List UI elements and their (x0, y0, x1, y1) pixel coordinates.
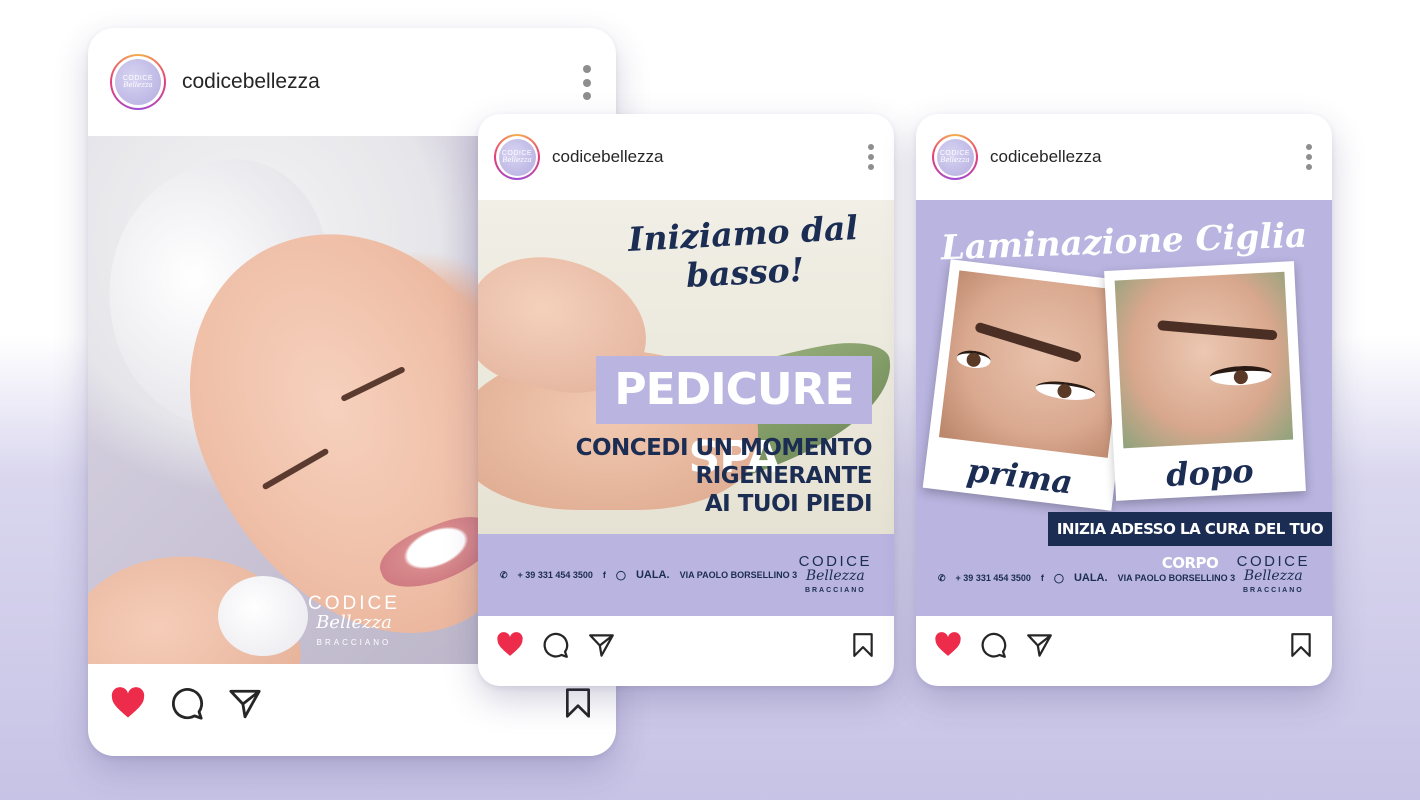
service-subtitle: CONCEDI UN MOMENTO RIGENERANTE AI TUOI P… (575, 434, 873, 518)
logo-line2: Bellezza (316, 612, 392, 633)
subtitle-line: RIGENERANTE (695, 463, 873, 489)
avatar-logo-line2: Bellezza (502, 156, 532, 164)
contact-info: ✆ + 39 331 454 3500 f ◯ UALA. VIA PAOLO … (500, 569, 797, 581)
username[interactable]: codicebellezza (182, 70, 320, 94)
send-icon[interactable] (228, 687, 262, 721)
phone-number: + 39 331 454 3500 (517, 570, 593, 580)
comment-icon[interactable] (980, 632, 1007, 659)
facebook-icon: f (1040, 573, 1044, 583)
address: VIA PAOLO BORSELLINO 3 (679, 570, 798, 580)
avatar-logo-line2: Bellezza (940, 156, 970, 164)
brand-logo: CODICE Bellezza BRACCIANO (308, 594, 400, 647)
avatar-logo-line2: Bellezza (123, 81, 153, 89)
post-image: Iniziamo dal basso! PEDICURE SPA CONCEDI… (478, 200, 894, 616)
logo-line3: BRACCIANO (1242, 587, 1304, 594)
post-header: CODICE Bellezza codicebellezza (478, 114, 894, 200)
brand-logo: CODICE Bellezza BRACCIANO (799, 554, 872, 594)
booking-brand: UALA. (635, 569, 670, 581)
logo-line1: CODICE (308, 593, 400, 614)
brand-logo: CODICE Bellezza BRACCIANO (1237, 554, 1310, 594)
avatar[interactable]: CODICE Bellezza (494, 134, 540, 180)
heart-icon[interactable] (110, 687, 146, 719)
whatsapp-icon: ✆ (938, 572, 946, 583)
post-actions (478, 626, 894, 670)
logo-line2: Bellezza (805, 568, 865, 584)
phone-number: + 39 331 454 3500 (955, 573, 1031, 583)
avatar[interactable]: CODICE Bellezza (932, 134, 978, 180)
more-options-icon[interactable] (867, 144, 875, 170)
instagram-icon: ◯ (1053, 572, 1064, 583)
script-title: Laminazione Ciglia (940, 215, 1308, 269)
subtitle-line: CONCEDI UN MOMENTO (575, 435, 873, 461)
script-title: Iniziamo dal basso! (627, 208, 859, 296)
subtitle-line: AI TUOI PIEDI (704, 491, 873, 517)
username[interactable]: codicebellezza (552, 147, 664, 167)
logo-line3: BRACCIANO (804, 587, 866, 594)
logo-line1: CODICE (798, 553, 872, 570)
bookmark-icon[interactable] (564, 687, 592, 719)
logo-line1: CODICE (1236, 553, 1310, 570)
bookmark-icon[interactable] (1290, 632, 1312, 658)
more-options-icon[interactable] (582, 65, 592, 100)
contact-band: ✆ + 39 331 454 3500 f ◯ UALA. VIA PAOLO … (478, 534, 894, 616)
post-image: Laminazione Ciglia prima dopo INIZIA ADE… (916, 200, 1332, 616)
avatar[interactable]: CODICE Bellezza (110, 54, 166, 110)
after-label: dopo (1165, 451, 1255, 495)
logo-line3: BRACCIANO (316, 638, 392, 647)
contact-info: ✆ + 39 331 454 3500 f ◯ UALA. VIA PAOLO … (938, 572, 1235, 584)
cta-banner: INIZIA ADESSO LA CURA DEL TUO CORPO (1048, 512, 1332, 572)
send-icon[interactable] (588, 632, 615, 659)
post-header: CODICE Bellezza codicebellezza (916, 114, 1332, 200)
instagram-icon: ◯ (615, 569, 626, 580)
more-options-icon[interactable] (1305, 144, 1313, 170)
whatsapp-icon: ✆ (500, 569, 508, 580)
service-title: PEDICURE SPA (596, 356, 872, 483)
send-icon[interactable] (1026, 632, 1053, 659)
logo-line2: Bellezza (1243, 568, 1303, 584)
address: VIA PAOLO BORSELLINO 3 (1117, 573, 1236, 583)
comment-icon[interactable] (542, 632, 569, 659)
post-card-3: CODICE Bellezza codicebellezza Laminazio… (916, 114, 1332, 686)
bookmark-icon[interactable] (852, 632, 874, 658)
post-actions (88, 678, 616, 738)
after-photo: dopo (1104, 261, 1306, 501)
booking-brand: UALA. (1073, 572, 1108, 584)
facebook-icon: f (602, 570, 606, 580)
username[interactable]: codicebellezza (990, 147, 1102, 167)
heart-icon[interactable] (496, 632, 524, 657)
post-actions (916, 626, 1332, 670)
post-card-2: CODICE Bellezza codicebellezza Iniziamo … (478, 114, 894, 686)
comment-icon[interactable] (170, 687, 204, 721)
heart-icon[interactable] (934, 632, 962, 657)
